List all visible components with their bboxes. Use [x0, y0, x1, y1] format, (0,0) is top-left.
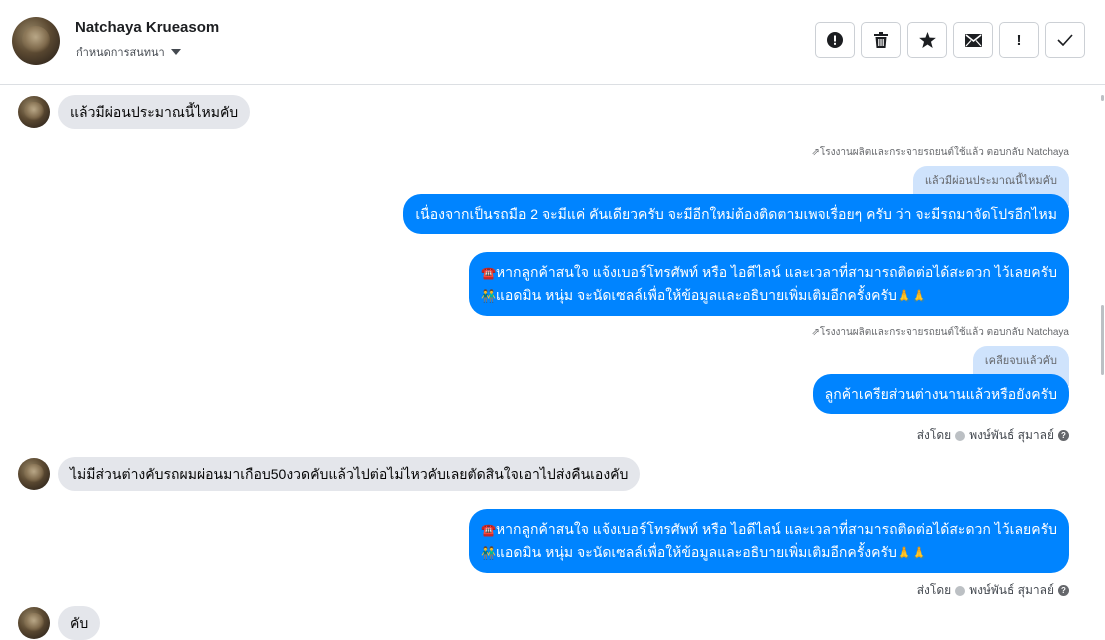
message-outgoing: ☎️หากลูกค้าสนใจ แจ้งเบอร์โทรศัพท์ หรือ ไ… [468, 252, 1069, 316]
sender-avatar[interactable] [18, 607, 50, 639]
telephone-emoji: ☎️ [480, 266, 496, 280]
star-icon [918, 32, 936, 48]
contact-name[interactable]: Natchaya Krueasom [75, 19, 219, 36]
help-icon[interactable]: ? [1058, 430, 1069, 441]
message-line-text: แอดมิน หนุ่ม จะนัดเซลล์เพื่อให้ข้อมูลและ… [495, 544, 897, 560]
trash-icon [874, 32, 888, 48]
scrollbar-thumb[interactable] [1101, 305, 1104, 375]
message-outgoing: ⇗โรงงานผลิตและกระจายรถยนต์ใช้แล้ว ตอบกลั… [403, 145, 1069, 234]
admin-badge-icon [955, 585, 966, 596]
pray-emoji: 🙏🙏 [896, 546, 927, 560]
sent-by-name[interactable]: พงษ์พันธ์ สุมาลย์ [969, 581, 1054, 600]
scrollbar[interactable] [1100, 95, 1104, 375]
message-bubble[interactable]: ☎️หากลูกค้าสนใจ แจ้งเบอร์โทรศัพท์ หรือ ไ… [468, 252, 1069, 316]
mark-unread-button[interactable] [953, 22, 993, 58]
admin-badge-icon [955, 430, 966, 441]
help-icon[interactable]: ? [1058, 585, 1069, 596]
message-incoming: แล้วมีผ่อนประมาณนี้ไหมคับ [18, 95, 251, 129]
sent-by: ส่งโดย พงษ์พันธ์ สุมาลย์ ? [917, 581, 1069, 600]
message-incoming: ไม่มีส่วนต่างคับรถผมผ่อนมาเกือบ50งวดคับแ… [18, 457, 641, 491]
check-icon [1057, 34, 1073, 46]
sent-by: ส่งโดย พงษ์พันธ์ สุมาลย์ ? [917, 426, 1069, 445]
follow-up-button[interactable]: ! [999, 22, 1039, 58]
star-button[interactable] [907, 22, 947, 58]
message-line: 👬แอดมิน หนุ่ม จะนัดเซลล์เพื่อให้ข้อมูลแล… [481, 284, 1057, 307]
message-line: 👬แอดมิน หนุ่ม จะนัดเซลล์เพื่อให้ข้อมูลแล… [481, 541, 1057, 564]
message-line-text: หากลูกค้าสนใจ แจ้งเบอร์โทรศัพท์ หรือ ไอด… [495, 264, 1057, 280]
message-bubble[interactable]: ☎️หากลูกค้าสนใจ แจ้งเบอร์โทรศัพท์ หรือ ไ… [468, 509, 1069, 573]
reply-note: ⇗โรงงานผลิตและกระจายรถยนต์ใช้แล้ว ตอบกลั… [811, 327, 1069, 338]
assign-conversation-dropdown[interactable]: กำหนดการสนทนา [76, 43, 181, 61]
sent-by-name[interactable]: พงษ์พันธ์ สุมาลย์ [969, 426, 1054, 445]
sender-avatar[interactable] [18, 458, 50, 490]
assign-conversation-label: กำหนดการสนทนา [76, 47, 165, 59]
sent-by-label: ส่งโดย [916, 583, 952, 597]
message-outgoing: ⇗โรงงานผลิตและกระจายรถยนต์ใช้แล้ว ตอบกลั… [811, 325, 1069, 445]
message-bubble[interactable]: คับ [58, 606, 101, 640]
caret-down-icon [170, 49, 181, 55]
pray-emoji: 🙏🙏 [896, 289, 927, 303]
contact-avatar[interactable] [12, 17, 60, 65]
alert-circle-icon [827, 32, 843, 48]
message-line: ☎️หากลูกค้าสนใจ แจ้งเบอร์โทรศัพท์ หรือ ไ… [481, 261, 1057, 284]
message-line: ☎️หากลูกค้าสนใจ แจ้งเบอร์โทรศัพท์ หรือ ไ… [481, 518, 1057, 541]
reply-note-text: โรงงานผลิตและกระจายรถยนต์ใช้แล้ว ตอบกลับ… [819, 147, 1069, 158]
message-outgoing: ☎️หากลูกค้าสนใจ แจ้งเบอร์โทรศัพท์ หรือ ไ… [468, 509, 1069, 600]
conversation-toolbar: ! [815, 22, 1085, 58]
message-incoming: คับ [18, 606, 101, 640]
mark-done-button[interactable] [1045, 22, 1085, 58]
mail-icon [964, 33, 982, 47]
message-line-text: แอดมิน หนุ่ม จะนัดเซลล์เพื่อให้ข้อมูลและ… [495, 287, 897, 303]
sent-by-label: ส่งโดย [916, 428, 952, 442]
message-bubble[interactable]: ลูกค้าเครียส่วนต่างนานแล้วหรือยังครับ [812, 374, 1069, 414]
message-bubble[interactable]: แล้วมีผ่อนประมาณนี้ไหมคับ [58, 95, 251, 129]
reply-note-text: โรงงานผลิตและกระจายรถยนต์ใช้แล้ว ตอบกลับ… [819, 327, 1069, 338]
message-bubble[interactable]: ไม่มีส่วนต่างคับรถผมผ่อนมาเกือบ50งวดคับแ… [58, 457, 641, 491]
exclamation-icon: ! [1016, 31, 1022, 49]
message-line-text: หากลูกค้าสนใจ แจ้งเบอร์โทรศัพท์ หรือ ไอด… [495, 521, 1057, 537]
mark-spam-button[interactable] [815, 22, 855, 58]
reply-note: ⇗โรงงานผลิตและกระจายรถยนต์ใช้แล้ว ตอบกลั… [811, 147, 1069, 158]
sender-avatar[interactable] [18, 96, 50, 128]
scrollbar-cap [1101, 95, 1104, 101]
delete-button[interactable] [861, 22, 901, 58]
conversation-header: Natchaya Krueasom กำหนดการสนทนา ! [0, 0, 1105, 85]
people-emoji: 👬 [480, 546, 496, 560]
people-emoji: 👬 [480, 289, 496, 303]
message-bubble[interactable]: เนื่องจากเป็นรถมือ 2 จะมีแค่ คันเดียวครั… [403, 194, 1069, 234]
telephone-emoji: ☎️ [480, 523, 496, 537]
